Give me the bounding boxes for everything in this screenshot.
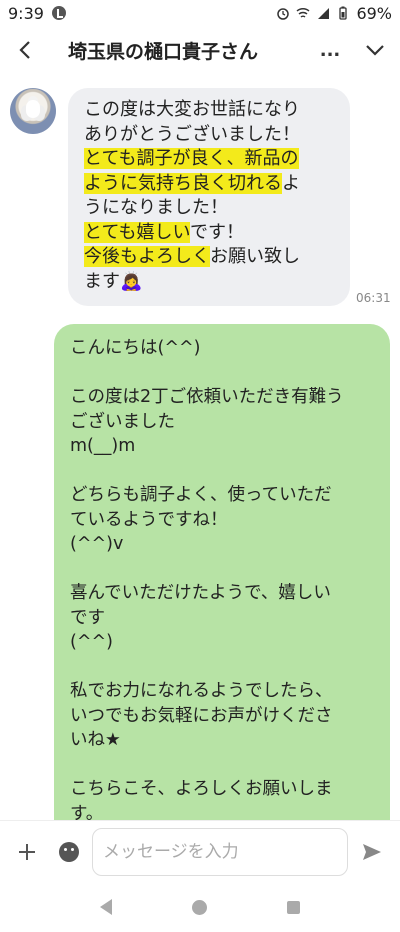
- message-line: (^^): [70, 632, 113, 652]
- outgoing-message-bubble[interactable]: こんにちは(^^) この度は2丁ご依頼いただき有難う ございました m(__)m…: [54, 324, 390, 820]
- message-line: いね★: [70, 730, 121, 750]
- message-line: 今後もよろしくお願い致し: [84, 246, 300, 267]
- back-button[interactable]: [0, 26, 50, 74]
- message-line: [70, 557, 376, 582]
- message-line: [70, 459, 376, 484]
- highlighted-text: ように気持ち良く切れる: [84, 172, 282, 194]
- status-icons: 69%: [276, 4, 392, 23]
- system-nav-bar: [0, 882, 400, 932]
- message-line: [70, 361, 376, 386]
- message-line: ているようですね！: [70, 509, 228, 530]
- emoji-button[interactable]: [54, 821, 84, 883]
- incoming-message-bubble[interactable]: この度は大変お世話になり ありがとうございました！ とても調子が良く、新品の よ…: [68, 88, 350, 306]
- battery-icon: [339, 6, 348, 20]
- nav-back-icon[interactable]: [100, 899, 112, 915]
- message-line: とても嬉しいです！: [84, 221, 245, 243]
- avatar[interactable]: [10, 88, 56, 134]
- poodle-avatar-image: [26, 100, 40, 118]
- highlighted-text: とても調子が良く、新品の: [84, 148, 299, 169]
- send-button[interactable]: [348, 821, 396, 883]
- message-line: この度は2丁ご依頼いただき有難う: [70, 387, 344, 407]
- chat-area[interactable]: この度は大変お世話になり ありがとうございました！ とても調子が良く、新品の よ…: [0, 74, 400, 820]
- status-bar: 9:39 69%: [0, 0, 400, 26]
- more-button[interactable]: ...: [310, 26, 350, 74]
- nav-home-icon[interactable]: [192, 899, 207, 915]
- message-line: どちらも調子よく、使っていただ: [70, 485, 332, 505]
- message-line: (^^)v: [70, 534, 124, 554]
- wifi-icon: [296, 7, 310, 18]
- send-icon: [363, 843, 381, 860]
- message-line: この度は大変お世話になり: [84, 99, 300, 120]
- alarm-icon: [277, 8, 290, 20]
- status-time: 9:39: [8, 3, 44, 23]
- message-line: [70, 753, 376, 778]
- signal-icon: [318, 8, 330, 19]
- message-input[interactable]: [92, 827, 348, 876]
- message-line: す。: [70, 803, 104, 821]
- message-line: ます🙇‍♀️: [84, 270, 143, 292]
- highlighted-text: 今後もよろしく: [84, 246, 210, 267]
- message-line: ように気持ち良く切れるよ: [84, 172, 300, 194]
- message-line: とても調子が良く、新品の: [84, 147, 336, 172]
- emoji-icon: [59, 841, 79, 862]
- message-input-bar: [0, 820, 400, 882]
- attach-button[interactable]: [0, 821, 54, 883]
- message-line: 私でお力になれるようでしたら、: [70, 681, 333, 701]
- message-line: こんにちは(^^): [70, 338, 201, 358]
- highlighted-text: とても嬉しい: [84, 221, 191, 243]
- notification-icon: [51, 6, 66, 20]
- chat-title: 埼玉県の樋口貴子さん: [68, 40, 259, 63]
- menu-toggle-button[interactable]: [350, 26, 400, 74]
- nav-recents-icon[interactable]: [287, 900, 300, 914]
- message-line: ありがとうございました！: [84, 123, 300, 145]
- back-arrow-icon: [19, 41, 30, 59]
- message-timestamp: 06:31: [356, 291, 391, 305]
- message-line: 喜んでいただけたようで、嬉しい: [70, 583, 331, 603]
- message-line: うになりました！: [84, 197, 228, 218]
- message-line: いつでもお気軽にお声がけくださ: [70, 705, 333, 726]
- chevron-down-icon: [366, 45, 384, 56]
- message-line: ございました: [70, 411, 175, 432]
- battery-level: 69%: [356, 3, 392, 23]
- message-line: m(__)m: [70, 436, 136, 456]
- message-line: こちらこそ、よろしくお願いしま: [70, 779, 333, 799]
- message-line: [70, 655, 376, 680]
- message-line: です: [70, 607, 105, 628]
- chat-header: 埼玉県の樋口貴子さん ...: [0, 26, 400, 74]
- plus-icon: [19, 843, 35, 860]
